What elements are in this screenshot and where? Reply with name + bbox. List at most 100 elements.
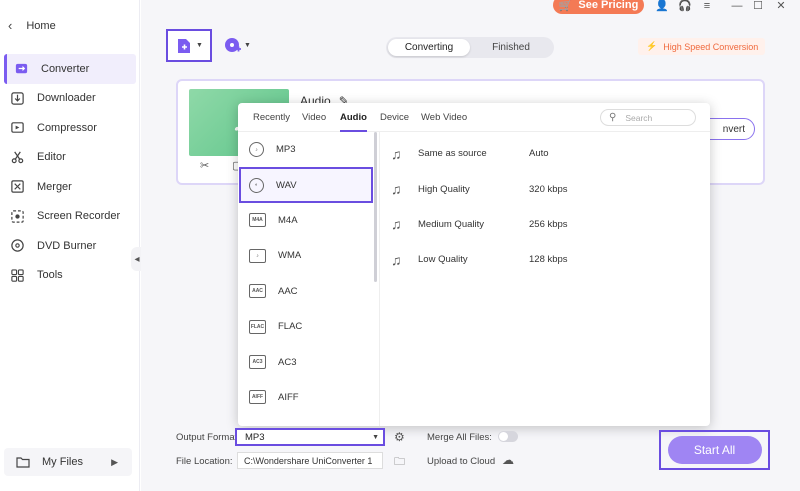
support-icon[interactable]: 🎧 (678, 0, 692, 12)
home-link[interactable]: ‹ Home (8, 18, 56, 33)
format-item-ac3[interactable]: AC3 AC3 (238, 344, 379, 379)
downloader-icon (11, 92, 24, 105)
sidebar-item-label: Merger (37, 180, 72, 193)
chevron-right-icon: ▶ (111, 456, 118, 467)
output-format-value: MP3 (245, 431, 265, 443)
cart-icon: 🛒 (558, 0, 573, 12)
tab-video[interactable]: Video (302, 112, 326, 123)
sidebar-item-label: Editor (37, 151, 66, 164)
format-label: AIFF (278, 391, 299, 403)
quality-item[interactable]: ♫ Medium Quality 256 kbps (383, 207, 703, 242)
close-icon[interactable]: ✕ (774, 0, 788, 12)
merge-all-files-toggle[interactable] (498, 431, 518, 442)
format-label: WMA (278, 250, 302, 262)
aiff-icon: AIFF (249, 390, 266, 405)
format-list-scrollbar[interactable] (374, 132, 377, 282)
minimize-icon[interactable]: — (730, 0, 744, 12)
maximize-icon[interactable]: ☐ (751, 0, 765, 12)
tools-icon (11, 269, 24, 282)
quality-item[interactable]: ♫ High Quality 320 kbps (383, 171, 703, 206)
sidebar-nav: Converter Downloader Compressor Editor M… (0, 54, 140, 290)
sidebar-item-label: Compressor (37, 121, 97, 134)
format-tabs: Recently Video Audio Device Web Video ⚲ … (238, 103, 710, 132)
format-item-flac[interactable]: FLAC FLAC (238, 309, 379, 344)
music-note-icon: ♫ (391, 216, 402, 233)
tab-recently[interactable]: Recently (253, 112, 290, 123)
sidebar-item-screen-recorder[interactable]: Screen Recorder (0, 202, 140, 232)
see-pricing-button[interactable]: 🛒 See Pricing (553, 0, 644, 14)
file-location-label: File Location: (176, 456, 233, 467)
sidebar-item-converter[interactable]: Converter (4, 54, 136, 84)
add-file-button[interactable]: ▼ (166, 29, 212, 62)
quality-item[interactable]: ♫ Same as source Auto (383, 136, 703, 171)
format-popup: Recently Video Audio Device Web Video ⚲ … (238, 103, 710, 426)
dvd-icon (11, 239, 24, 252)
search-icon: ⚲ (609, 112, 617, 123)
account-icon[interactable]: 👤 (655, 0, 669, 12)
menu-icon[interactable]: ≡ (700, 0, 714, 12)
sidebar-item-tools[interactable]: Tools (0, 261, 140, 291)
wav-icon: ◐ (249, 177, 264, 193)
tab-device[interactable]: Device (380, 112, 409, 123)
chevron-down-icon: ▼ (372, 433, 379, 441)
format-item-mp3[interactable]: ♪ MP3 (238, 132, 379, 167)
sidebar: ‹ Home Converter Downloader Compressor E… (0, 0, 143, 491)
tab-finished[interactable]: Finished (470, 39, 552, 56)
quality-value: Auto (529, 148, 549, 160)
scissors-icon (11, 151, 24, 164)
tab-web-video[interactable]: Web Video (421, 112, 467, 123)
sidebar-item-compressor[interactable]: Compressor (0, 113, 140, 143)
ac3-icon: AC3 (249, 355, 266, 370)
aac-icon: AAC (249, 284, 266, 299)
cloud-icon[interactable]: ☁ (502, 453, 514, 467)
quality-value: 128 kbps (529, 254, 568, 266)
quality-name: Low Quality (418, 254, 468, 266)
format-search-input[interactable]: ⚲ Search (600, 109, 696, 126)
file-location-input[interactable]: C:\Wondershare UniConverter 1 (237, 452, 383, 469)
output-settings-icon[interactable]: ⚙ (394, 430, 405, 444)
scissors-icon[interactable]: ✂ (200, 159, 209, 172)
tab-audio[interactable]: Audio (340, 112, 367, 132)
sidebar-item-label: Screen Recorder (37, 210, 121, 223)
sidebar-item-label: Converter (41, 62, 90, 75)
merger-icon (11, 180, 24, 193)
lightning-icon: ⚡ (646, 41, 658, 51)
start-all-button[interactable]: Start All (667, 436, 762, 464)
m4a-icon: M4A (249, 213, 266, 228)
compressor-icon (11, 122, 24, 134)
search-placeholder: Search (625, 112, 653, 123)
sidebar-item-editor[interactable]: Editor (0, 143, 140, 173)
chevron-left-icon: ◂ (134, 253, 140, 265)
quality-name: Medium Quality (418, 218, 484, 230)
add-dvd-icon (225, 38, 241, 52)
format-label: M4A (278, 214, 298, 226)
status-segment: Converting Finished (386, 37, 554, 58)
output-format-select[interactable]: MP3 ▼ (235, 428, 385, 446)
sidebar-item-label: DVD Burner (37, 239, 97, 252)
format-item-wav[interactable]: ◐ WAV (239, 167, 373, 203)
add-dvd-button[interactable]: ▼ (223, 36, 251, 54)
tab-converting[interactable]: Converting (388, 39, 470, 56)
mp3-icon: ♪ (249, 142, 264, 158)
quality-value: 320 kbps (529, 183, 568, 195)
music-note-icon: ♫ (391, 145, 402, 162)
sidebar-item-merger[interactable]: Merger (0, 172, 140, 202)
high-speed-conversion-toggle[interactable]: ⚡ High Speed Conversion (638, 38, 765, 55)
format-item-aiff[interactable]: AIFF AIFF (238, 380, 379, 415)
wma-icon: ♪ (249, 248, 266, 263)
format-item-m4a[interactable]: M4A M4A (238, 203, 379, 238)
music-note-icon: ♫ (391, 181, 402, 198)
format-label: MP3 (276, 144, 296, 156)
screen-recorder-icon (11, 210, 24, 223)
add-file-icon (178, 38, 191, 53)
sidebar-item-downloader[interactable]: Downloader (0, 84, 140, 114)
quality-name: High Quality (418, 183, 470, 195)
see-pricing-label: See Pricing (578, 0, 639, 11)
format-item-aac[interactable]: AAC AAC (238, 274, 379, 309)
quality-item[interactable]: ♫ Low Quality 128 kbps (383, 242, 703, 277)
music-note-icon: ♫ (391, 251, 402, 268)
my-files-button[interactable]: My Files ▶ (4, 448, 132, 476)
format-item-wma[interactable]: ♪ WMA (238, 238, 379, 273)
sidebar-item-dvd-burner[interactable]: DVD Burner (0, 231, 140, 261)
folder-icon[interactable]: 🗀 (394, 453, 405, 472)
